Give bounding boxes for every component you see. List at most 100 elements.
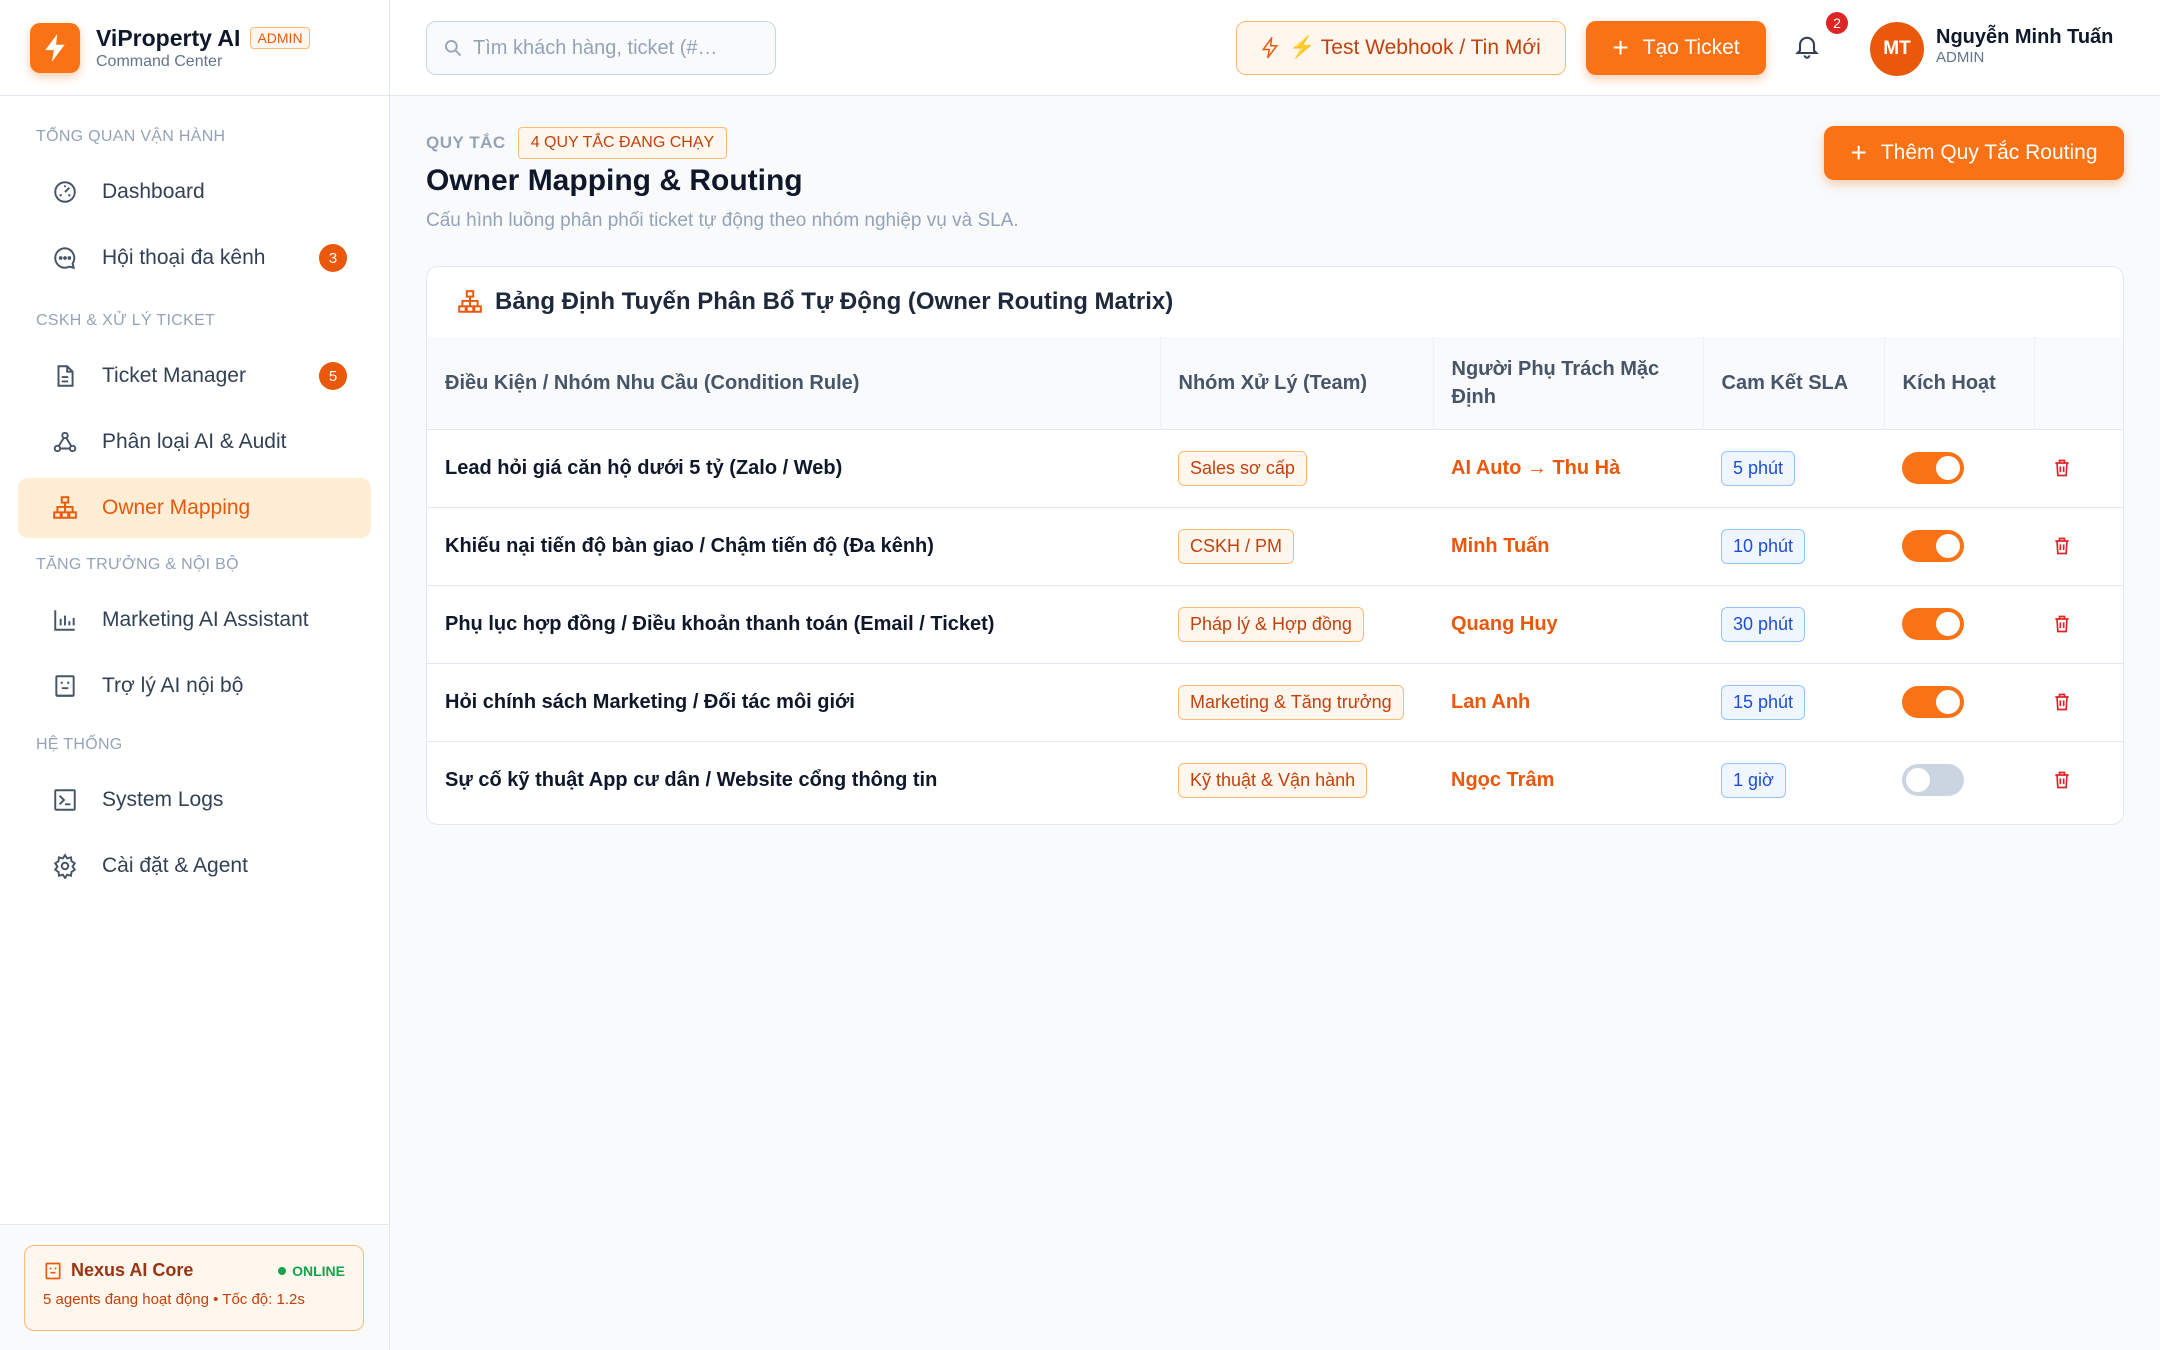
robot-icon — [52, 673, 78, 699]
condition-cell: Lead hỏi giá căn hộ dưới 5 tỷ (Zalo / We… — [445, 456, 843, 479]
sidebar-item-settings[interactable]: Cài đặt & Agent — [18, 836, 371, 896]
brand: ViProperty AI ADMIN Command Center — [0, 0, 389, 96]
team-badge: CSKH / PM — [1178, 528, 1295, 564]
table-row: Sự cố kỹ thuật App cư dân / Website cổng… — [427, 741, 2123, 819]
active-toggle[interactable] — [1902, 764, 1964, 797]
owner-cell: Quang Huy — [1451, 612, 1558, 635]
active-toggle[interactable] — [1902, 686, 1964, 718]
gauge-icon — [52, 179, 78, 205]
avatar[interactable]: MT — [1870, 22, 1924, 76]
sidebar-footer: Nexus AI Core ONLINE 5 agents đang hoạt … — [0, 1224, 389, 1350]
add-routing-rule-label: Thêm Quy Tắc Routing — [1880, 141, 2098, 164]
sidebar-item-label: Owner Mapping — [102, 496, 251, 519]
network-icon — [52, 429, 78, 455]
robot-icon — [43, 1261, 63, 1281]
sidebar-item-label: Ticket Manager — [102, 364, 246, 387]
routing-matrix-title: Bảng Định Tuyến Phân Bổ Tự Động (Owner R… — [427, 267, 2123, 337]
unread-count-badge: 3 — [319, 244, 347, 272]
sidebar-item-label: Marketing AI Assistant — [102, 608, 309, 631]
column-header-team[interactable]: Nhóm Xử Lý (Team) — [1160, 337, 1434, 429]
sidebar-item-ticket-manager[interactable]: Ticket Manager 5 — [18, 346, 371, 406]
team-badge: Kỹ thuật & Vận hành — [1178, 762, 1368, 798]
sidebar-item-omnichannel[interactable]: Hội thoại đa kênh 3 — [18, 228, 371, 288]
active-toggle[interactable] — [1902, 530, 1964, 562]
sidebar-item-system-logs[interactable]: System Logs — [18, 770, 371, 830]
brand-subtitle: Command Center — [96, 52, 223, 70]
sidebar-item-label: Trợ lý AI nội bộ — [102, 674, 244, 697]
sidebar-item-internal-assistant[interactable]: Trợ lý AI nội bộ — [18, 656, 371, 716]
nav-section-growth: TĂNG TRƯỞNG & NỘI BỘ — [36, 556, 239, 573]
team-badge: Marketing & Tăng trưởng — [1178, 684, 1404, 720]
test-webhook-button[interactable]: ⚡ Test Webhook / Tin Mới — [1236, 21, 1566, 75]
plus-icon: + — [1850, 137, 1867, 168]
sidebar-item-label: System Logs — [102, 788, 224, 811]
active-toggle[interactable] — [1902, 452, 1964, 484]
nav-section-cskh: CSKH & XỬ LÝ TICKET — [36, 312, 216, 329]
hierarchy-icon — [52, 495, 78, 521]
table-row: Khiếu nại tiến độ bàn giao / Chậm tiến đ… — [427, 507, 2123, 585]
sla-badge: 15 phút — [1721, 684, 1806, 720]
sla-badge: 5 phút — [1721, 450, 1796, 486]
ai-core-description: 5 agents đang hoạt động • Tốc độ: 1.2s — [43, 1291, 305, 1308]
sla-badge: 1 giờ — [1721, 762, 1786, 798]
notification-count-badge: 2 — [1826, 12, 1848, 34]
search-input[interactable] — [473, 36, 753, 60]
owner-cell: Lan Anh — [1451, 690, 1531, 713]
column-header-actions — [2034, 337, 2123, 429]
sidebar-item-ai-audit[interactable]: Phân loại AI & Audit — [18, 412, 371, 472]
gear-icon — [52, 853, 78, 879]
sidebar-item-dashboard[interactable]: Dashboard — [18, 162, 371, 222]
breadcrumb: QUY TẮC 4 QUY TẮC ĐANG CHẠY — [426, 127, 728, 159]
hierarchy-icon — [457, 289, 483, 315]
routing-table: Điều Kiện / Nhóm Nhu Cầu (Condition Rule… — [427, 337, 2123, 819]
status-dot — [278, 1266, 287, 1275]
column-header-owner[interactable]: Người Phụ Trách Mặc Định — [1433, 337, 1704, 429]
nav-section-overview: TỔNG QUAN VẬN HÀNH — [36, 128, 226, 145]
sidebar-nav: TỔNG QUAN VẬN HÀNH Dashboard Hội thoại đ… — [0, 128, 389, 896]
trash-icon[interactable] — [2052, 769, 2105, 791]
sidebar-item-marketing-ai[interactable]: Marketing AI Assistant — [18, 590, 371, 650]
active-rules-badge: 4 QUY TẮC ĐANG CHẠY — [517, 127, 728, 159]
column-header-active[interactable]: Kích Hoạt — [1884, 337, 2035, 429]
page-subtitle: Cấu hình luồng phân phối ticket tự động … — [426, 210, 1019, 231]
ticket-count-badge: 5 — [319, 362, 347, 390]
bell-icon[interactable] — [1790, 28, 1824, 64]
trash-icon[interactable] — [2052, 691, 2105, 713]
table-header-row: Điều Kiện / Nhóm Nhu Cầu (Condition Rule… — [427, 337, 2123, 429]
sidebar-item-label: Cài đặt & Agent — [102, 854, 248, 877]
condition-cell: Hỏi chính sách Marketing / Đối tác môi g… — [445, 690, 855, 713]
routing-matrix-title-text: Bảng Định Tuyến Phân Bổ Tự Động (Owner R… — [495, 288, 1174, 315]
column-header-sla[interactable]: Cam Kết SLA — [1703, 337, 1885, 429]
team-badge: Sales sơ cấp — [1178, 450, 1307, 486]
search-box[interactable] — [426, 21, 776, 75]
sla-badge: 30 phút — [1721, 606, 1806, 642]
team-badge: Pháp lý & Hợp đồng — [1178, 606, 1364, 642]
page-title: Owner Mapping & Routing — [426, 164, 803, 197]
ai-core-status-card: Nexus AI Core ONLINE 5 agents đang hoạt … — [24, 1245, 364, 1331]
condition-cell: Sự cố kỹ thuật App cư dân / Website cổng… — [445, 768, 938, 791]
create-ticket-button[interactable]: + Tạo Ticket — [1586, 21, 1766, 75]
sidebar-item-owner-mapping[interactable]: Owner Mapping — [18, 478, 371, 538]
add-routing-rule-button[interactable]: + Thêm Quy Tắc Routing — [1824, 126, 2124, 180]
column-header-condition[interactable]: Điều Kiện / Nhóm Nhu Cầu (Condition Rule… — [427, 337, 1161, 429]
terminal-icon — [52, 787, 78, 813]
ai-core-name: Nexus AI Core — [71, 1260, 194, 1280]
trash-icon[interactable] — [2052, 535, 2105, 557]
condition-cell: Khiếu nại tiến độ bàn giao / Chậm tiến đ… — [445, 534, 934, 557]
trash-icon[interactable] — [2052, 457, 2105, 479]
plus-icon: + — [1612, 32, 1629, 63]
sidebar-item-label: Hội thoại đa kênh — [102, 246, 266, 269]
lightning-logo-icon[interactable] — [30, 22, 80, 73]
bar-chart-icon — [52, 607, 78, 633]
active-toggle[interactable] — [1902, 608, 1964, 640]
user-name[interactable]: Nguyễn Minh Tuấn — [1936, 26, 2113, 49]
owner-cell: AI Auto → Thu Hà — [1451, 456, 1621, 479]
condition-cell: Phụ lục hợp đồng / Điều khoản thanh toán… — [445, 612, 995, 635]
admin-badge: ADMIN — [250, 27, 310, 49]
brand-name: ViProperty AI — [96, 24, 241, 51]
trash-icon[interactable] — [2052, 613, 2105, 635]
routing-matrix-card: Bảng Định Tuyến Phân Bổ Tự Động (Owner R… — [426, 266, 2124, 825]
search-icon — [443, 38, 463, 58]
lightning-icon — [1261, 37, 1279, 59]
owner-cell: Ngọc Trâm — [1451, 768, 1555, 791]
